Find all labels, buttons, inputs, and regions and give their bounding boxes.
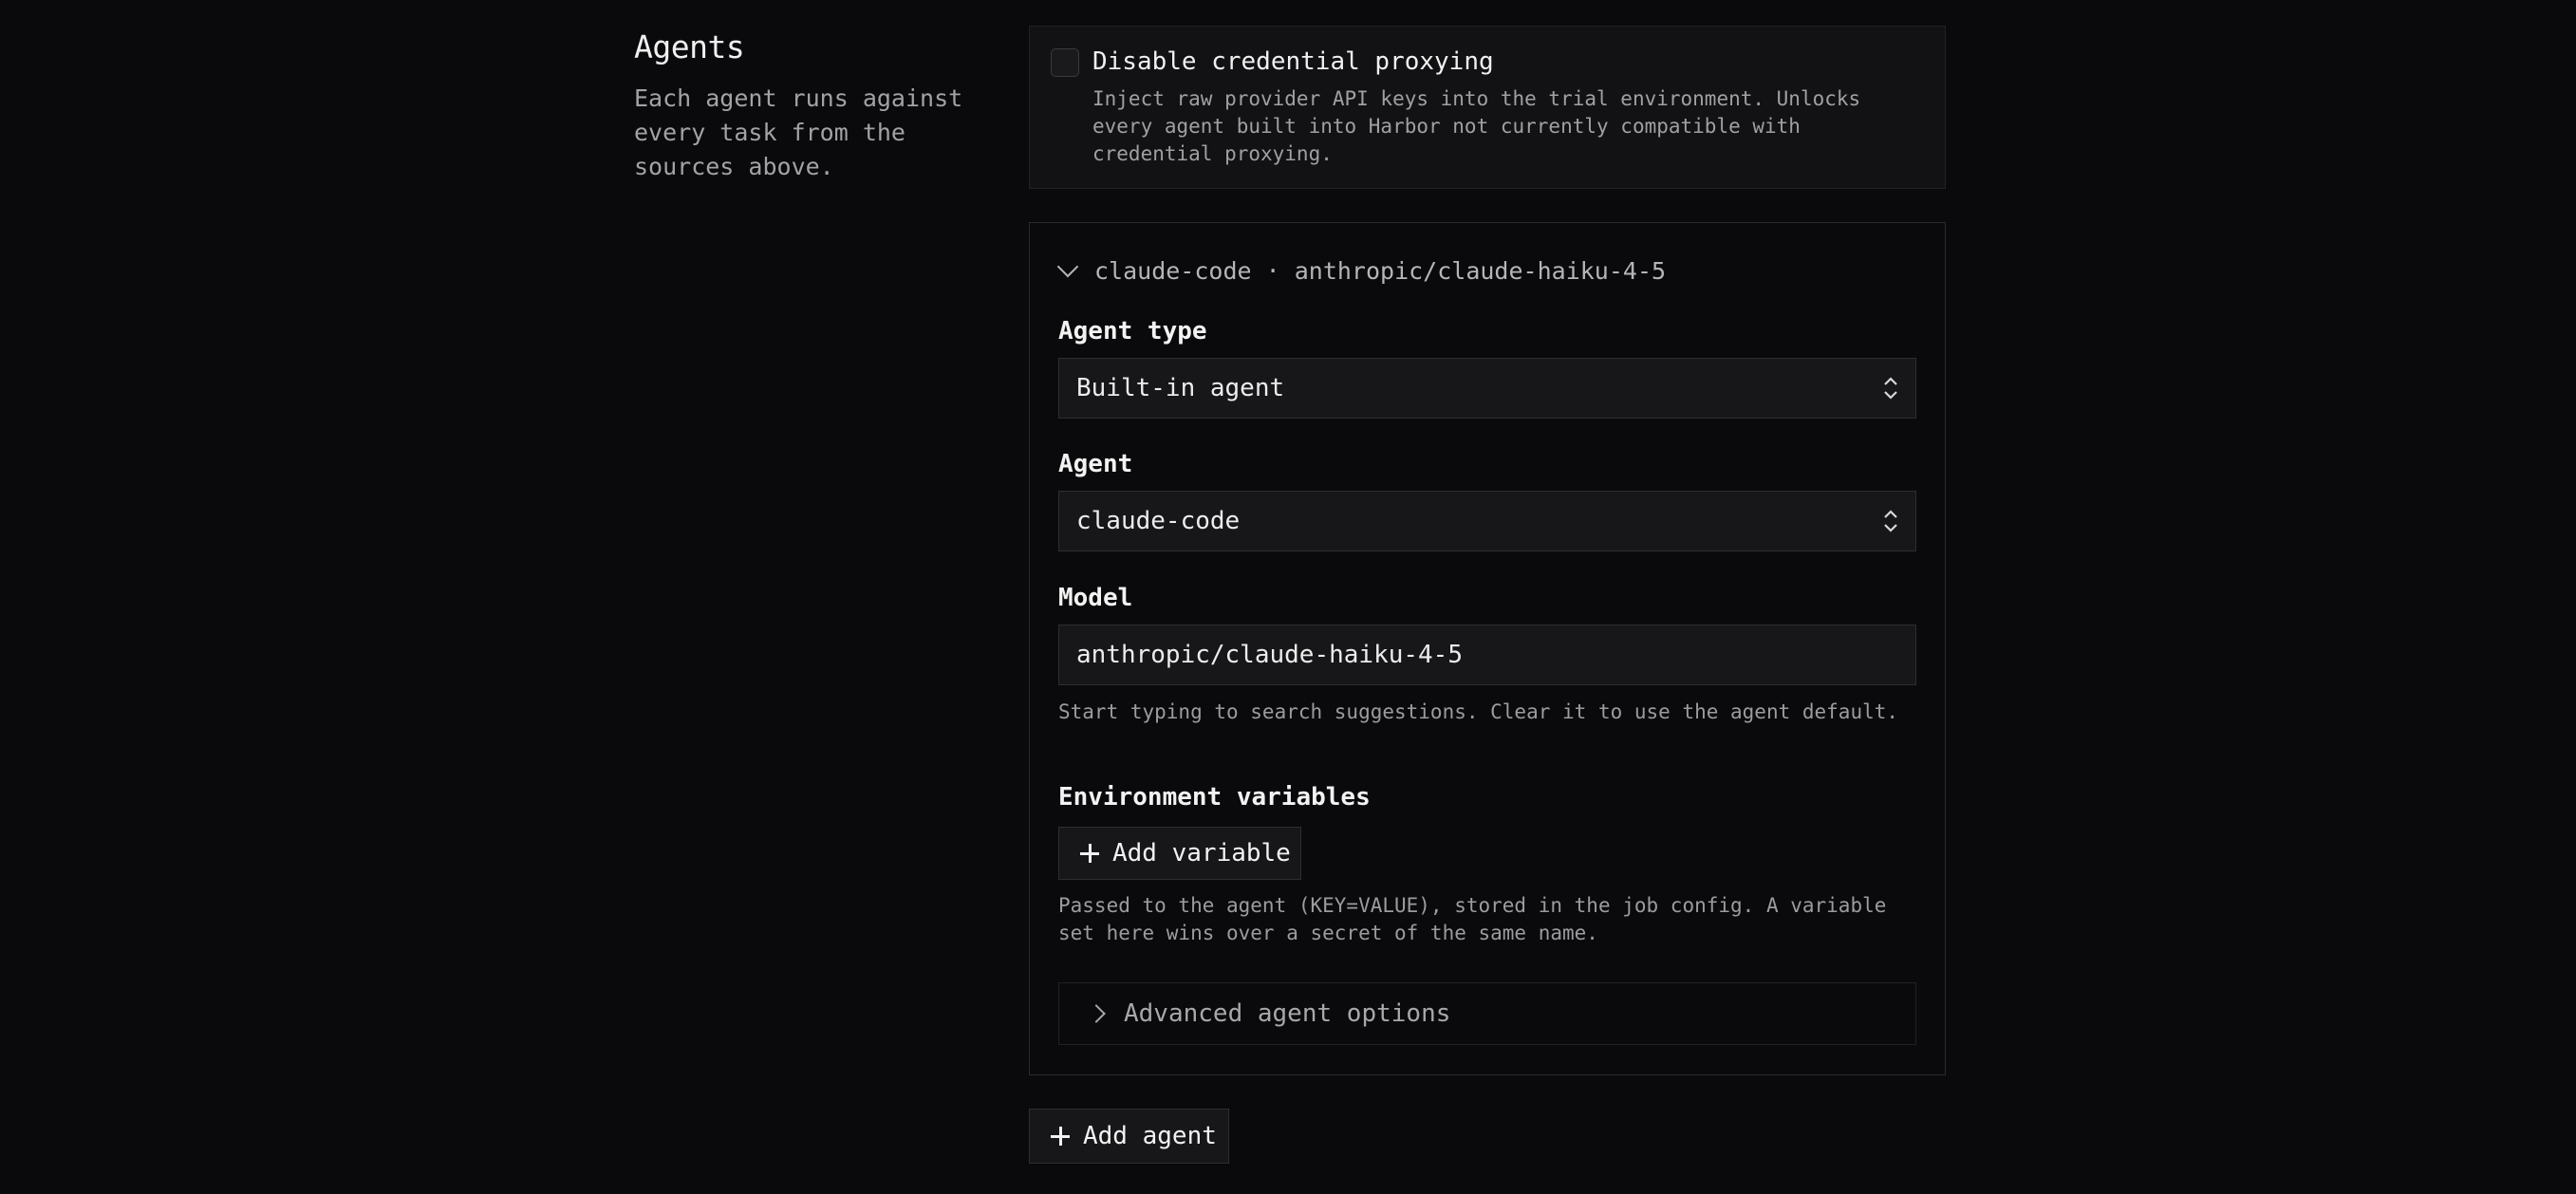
env-vars-label: Environment variables	[1058, 783, 1371, 812]
agent-card-title: claude-code · anthropic/claude-haiku-4-5	[1094, 256, 1667, 285]
chevron-right-icon	[1087, 1004, 1106, 1023]
add-agent-label: Add agent	[1083, 1122, 1217, 1150]
model-help-text: Start typing to search suggestions. Clea…	[1058, 700, 1899, 723]
agent-value: claude-code	[1076, 507, 1241, 535]
model-input[interactable]: anthropic/claude-haiku-4-5	[1058, 625, 1916, 685]
agent-select[interactable]: claude-code	[1058, 491, 1916, 551]
select-updown-icon	[1884, 377, 1897, 400]
agent-type-label: Agent type	[1058, 317, 1207, 345]
agent-label: Agent	[1058, 450, 1133, 478]
agent-type-select[interactable]: Built-in agent	[1058, 358, 1916, 419]
chevron-down-icon	[1056, 255, 1079, 278]
add-variable-label: Add variable	[1112, 839, 1291, 868]
agents-section-description: Each agent runs against every task from …	[634, 84, 963, 180]
advanced-agent-options-toggle[interactable]: Advanced agent options	[1058, 982, 1916, 1045]
add-variable-button[interactable]: Add variable	[1058, 827, 1301, 880]
agents-section-title: Agents	[634, 28, 745, 65]
plus-icon	[1051, 1127, 1070, 1146]
credential-proxy-label[interactable]: Disable credential proxying	[1092, 47, 1494, 76]
env-vars-help-text: Passed to the agent (KEY=VALUE), stored …	[1058, 894, 1887, 944]
plus-icon	[1080, 844, 1099, 863]
credential-proxy-description: Inject raw provider API keys into the tr…	[1092, 87, 1861, 165]
model-value: anthropic/claude-haiku-4-5	[1076, 641, 1463, 669]
add-agent-button[interactable]: Add agent	[1029, 1109, 1229, 1164]
agent-card-header[interactable]: claude-code · anthropic/claude-haiku-4-5	[1056, 252, 1667, 289]
agent-card: claude-code · anthropic/claude-haiku-4-5…	[1029, 222, 1946, 1075]
credential-proxy-option: Disable credential proxying Inject raw p…	[1029, 26, 1946, 189]
agent-type-value: Built-in agent	[1076, 374, 1285, 402]
model-label: Model	[1058, 584, 1133, 612]
select-updown-icon	[1884, 510, 1897, 532]
disable-credential-proxying-checkbox[interactable]	[1051, 48, 1079, 77]
advanced-agent-options-label: Advanced agent options	[1124, 999, 1451, 1028]
